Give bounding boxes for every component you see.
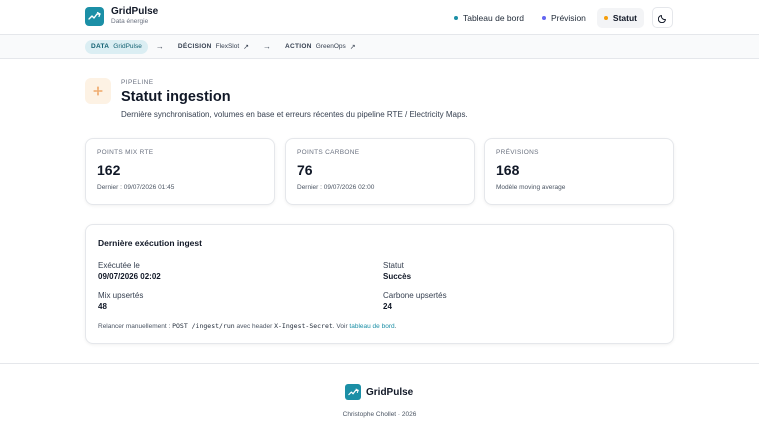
stat-value: 168 (496, 162, 520, 178)
pipeline-step-action[interactable]: ACTION GreenOps ↗ (279, 40, 362, 54)
step-label: GridPulse (113, 43, 142, 50)
mix-value: 48 (98, 302, 107, 311)
main-nav: Tableau de bord Prévision Statut (447, 7, 673, 28)
executed-value: 09/07/2026 02:02 (98, 272, 161, 281)
mix-label: Mix upsertés (98, 291, 144, 300)
footer: GridPulse Christophe Chollet · 2026 (0, 363, 759, 427)
hint-end: . (394, 323, 397, 330)
status-label: Statut (383, 261, 404, 270)
carbon-value: 24 (383, 302, 392, 311)
external-link-icon: ↗ (243, 43, 250, 51)
brand[interactable]: GridPulse Data énergie (85, 7, 158, 26)
pipeline-step-decision[interactable]: DÉCISION FlexSlot ↗ (172, 40, 255, 54)
dashboard-link[interactable]: tableau de bord (349, 323, 394, 330)
stat-label: POINTS CARBONE (297, 149, 360, 156)
manual-run-hint: Relancer manuellement : POST /ingest/run… (98, 322, 396, 330)
page-kicker: PIPELINE (121, 79, 154, 86)
step-kicker: ACTION (285, 43, 312, 50)
nav-item-label: Tableau de bord (462, 12, 524, 23)
nav-item-label: Statut (612, 12, 637, 23)
hint-endpoint: POST /ingest/run (172, 322, 235, 330)
arrow-right-icon: → (263, 42, 272, 51)
pulse-logo-icon (85, 7, 104, 26)
footer-brand-name: GridPulse (366, 386, 414, 398)
nav-item-statut[interactable]: Statut (596, 7, 644, 28)
stat-value: 162 (97, 162, 121, 178)
stat-card-previsions: PRÉVISIONS 168 Modèle moving average (484, 138, 674, 205)
stat-note: Dernier : 09/07/2026 01:45 (97, 184, 175, 191)
hint-prefix: Relancer manuellement : (98, 323, 173, 330)
stat-label: POINTS MIX RTE (97, 149, 154, 156)
status-field: Statut Succès (383, 261, 411, 281)
brand-name: GridPulse (111, 6, 159, 18)
pipeline-icon (85, 78, 111, 104)
stat-card-carbone: POINTS CARBONE 76 Dernier : 09/07/2026 0… (285, 138, 475, 205)
step-kicker: DATA (91, 43, 110, 50)
teal-dot-icon (453, 15, 458, 20)
hint-see: . Voir (332, 323, 350, 330)
carbon-field: Carbone upsertés 24 (383, 291, 447, 311)
hint-header: X-Ingest-Secret (274, 322, 333, 330)
footer-credit: Christophe Chollet · 2026 (342, 411, 417, 418)
run-title: Dernière exécution ingest (98, 238, 202, 248)
hint-middle: avec header (234, 323, 275, 330)
brand-subtitle: Data énergie (111, 18, 149, 26)
external-link-icon: ↗ (349, 43, 356, 51)
amber-dot-icon (603, 15, 608, 20)
nav-item-tableau-de-bord[interactable]: Tableau de bord (447, 8, 531, 28)
top-header: GridPulse Data énergie Tableau de bord P… (0, 0, 759, 34)
theme-toggle-button[interactable] (652, 7, 673, 28)
stat-value: 76 (297, 162, 313, 178)
stat-note: Modèle moving average (496, 184, 566, 191)
stat-note: Dernier : 09/07/2026 02:00 (297, 184, 375, 191)
last-run-card: Dernière exécution ingest Exécutée le 09… (85, 224, 674, 344)
pipeline-breadcrumb: DATA GridPulse → DÉCISION FlexSlot ↗ → A… (0, 34, 759, 59)
nav-item-prevision[interactable]: Prévision (535, 8, 593, 28)
mix-field: Mix upsertés 48 (98, 291, 143, 311)
page-description: Dernière synchronisation, volumes en bas… (121, 110, 468, 119)
step-label: GreenOps (315, 43, 346, 50)
page-title: Statut ingestion (121, 89, 231, 105)
status-value: Succès (383, 272, 412, 281)
stat-card-mix-rte: POINTS MIX RTE 162 Dernier : 09/07/2026 … (85, 138, 275, 205)
arrow-right-icon: → (155, 42, 164, 51)
executed-label: Exécutée le (98, 261, 140, 270)
pulse-logo-icon (345, 384, 361, 400)
step-label: FlexSlot (215, 43, 240, 50)
pipeline-step-data[interactable]: DATA GridPulse (85, 39, 148, 54)
step-kicker: DÉCISION (177, 43, 212, 50)
indigo-dot-icon (541, 15, 546, 20)
footer-brand[interactable]: GridPulse (345, 384, 413, 400)
executed-field: Exécutée le 09/07/2026 02:02 (98, 261, 161, 281)
carbon-label: Carbone upsertés (383, 291, 447, 300)
nav-item-label: Prévision (550, 12, 586, 23)
stat-label: PRÉVISIONS (496, 149, 539, 156)
moon-icon (657, 14, 666, 23)
